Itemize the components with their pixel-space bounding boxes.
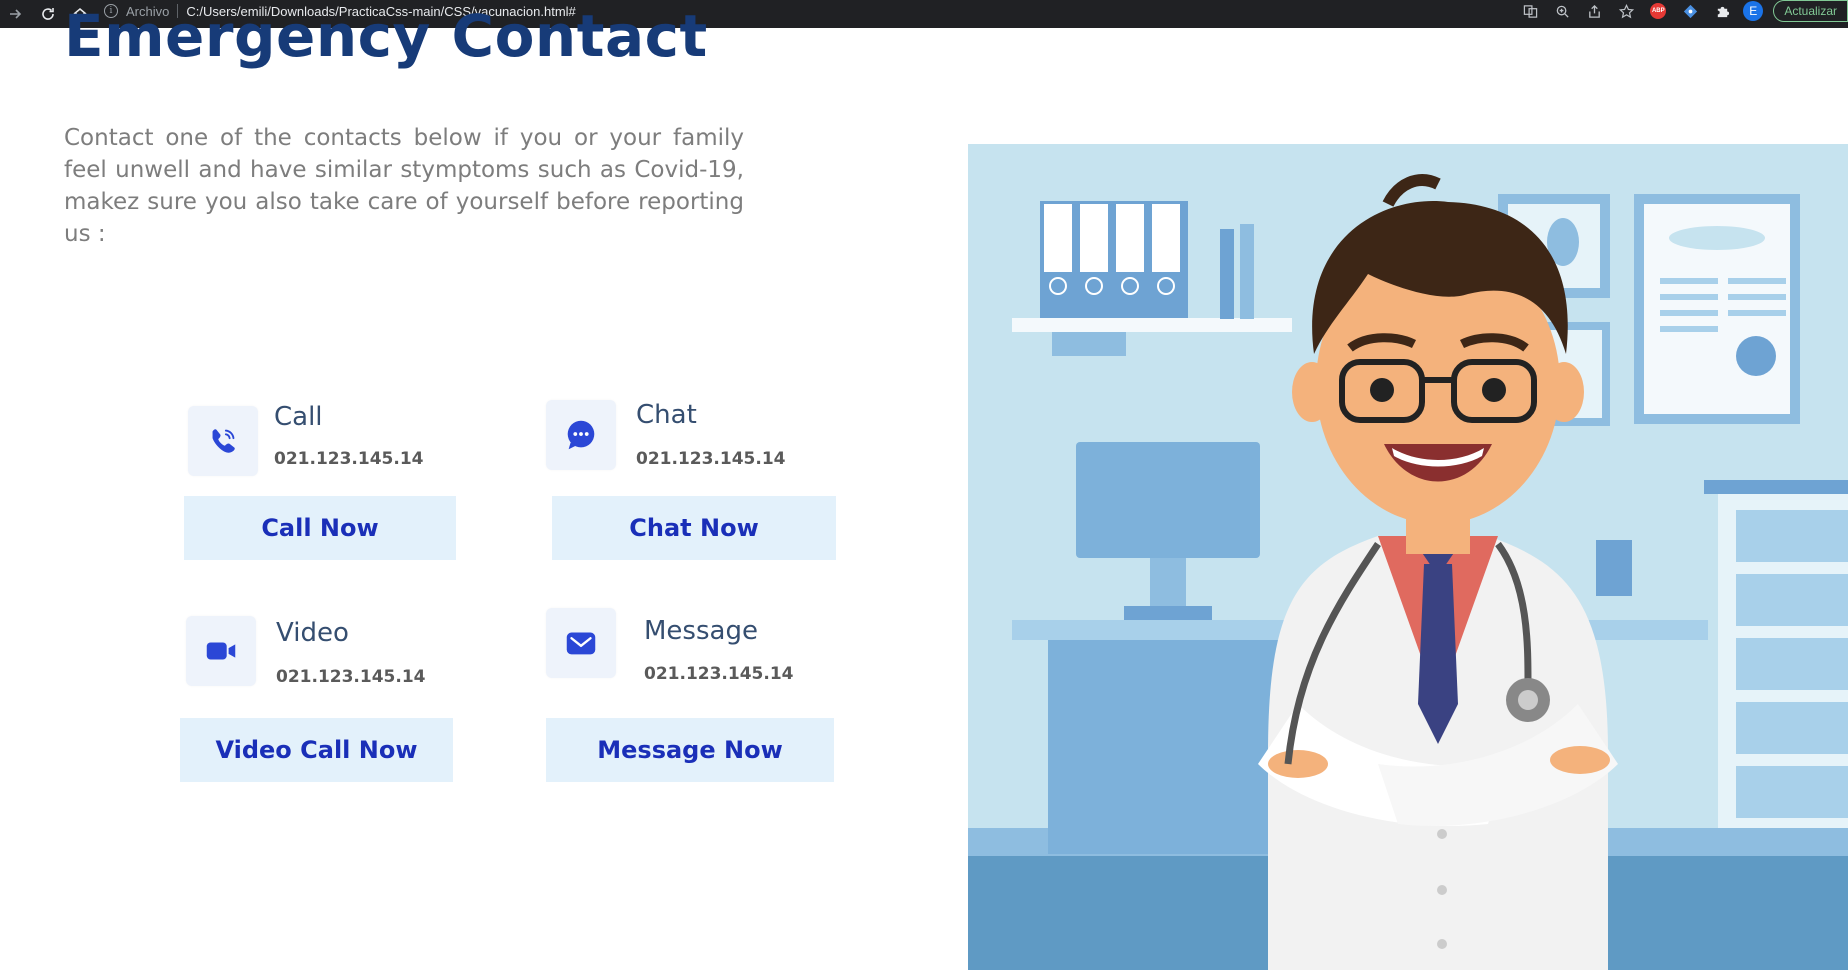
zoom-icon [1556,5,1569,18]
translate-button[interactable] [1519,0,1541,22]
call-icon-box [188,406,258,476]
chat-now-button[interactable]: Chat Now [552,496,836,560]
envelope-icon [566,632,596,655]
share-icon [1588,4,1600,18]
translate-icon [1523,4,1538,18]
call-phone: 021.123.145.14 [274,449,424,469]
forward-button[interactable] [0,0,32,28]
page-description: Contact one of the contacts below if you… [64,125,744,247]
phone-icon [212,429,235,453]
call-now-button[interactable]: Call Now [184,496,456,560]
reload-icon [42,8,54,20]
bookmark-button[interactable] [1615,0,1637,22]
video-phone: 021.123.145.14 [276,667,426,687]
zoom-button[interactable] [1551,0,1573,22]
extensions-menu-button[interactable] [1711,0,1733,22]
message-label: Message [644,616,758,646]
chat-bubble-icon [567,420,595,450]
share-button[interactable] [1583,0,1605,22]
reload-button[interactable] [32,0,64,28]
adblock-extension[interactable]: ABP [1647,0,1669,22]
profile-avatar[interactable]: E [1743,1,1764,21]
extension-diamond-icon [1683,4,1697,18]
video-call-now-button[interactable]: Video Call Now [180,718,453,782]
chat-label: Chat [636,400,697,430]
message-icon-box [546,608,616,678]
video-icon-box [186,616,256,686]
message-phone: 021.123.145.14 [644,664,794,684]
update-button[interactable]: Actualizar [1773,0,1848,22]
page-title: Emergency Contact [64,4,708,76]
extension-button[interactable] [1679,0,1701,22]
doctor-illustration-art [968,174,1848,970]
page-title-text: Emergency Contact [64,4,708,70]
chat-phone: 021.123.145.14 [636,449,786,469]
star-icon [1618,3,1634,18]
puzzle-icon [1717,6,1729,17]
arrow-right-icon [10,9,22,19]
doctor-illustration [968,144,1848,970]
message-now-button[interactable]: Message Now [546,718,834,782]
video-camera-icon [206,642,236,660]
toolbar-actions: ABP E Actualizar [1519,0,1848,22]
call-label: Call [274,402,323,432]
chat-icon-box [546,400,616,470]
video-label: Video [276,618,349,648]
adblock-icon: ABP [1650,3,1667,19]
